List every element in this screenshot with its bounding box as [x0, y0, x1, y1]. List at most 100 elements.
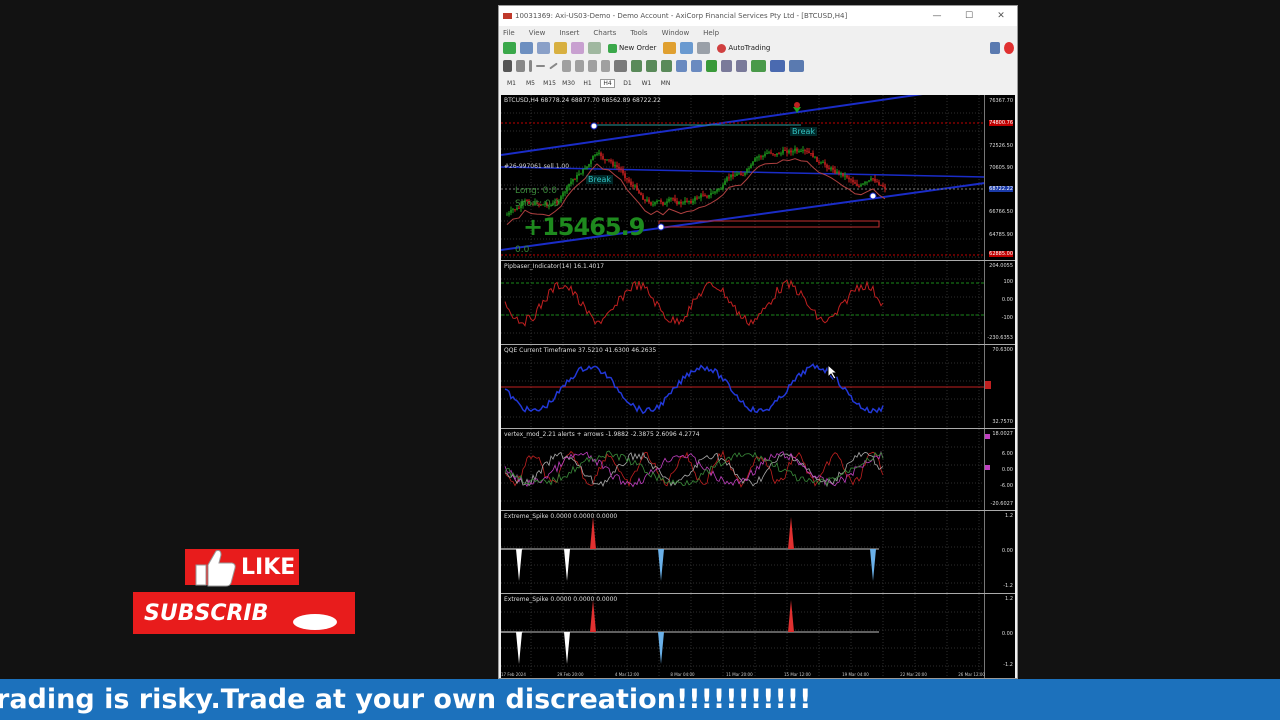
metaeditor-icon[interactable] [663, 42, 677, 54]
menu-tools[interactable]: Tools [630, 29, 647, 37]
candle-body [722, 184, 724, 189]
crosshair-tool-icon[interactable] [516, 60, 525, 72]
market-watch-icon[interactable] [537, 42, 550, 54]
navigator-icon[interactable] [571, 42, 584, 54]
spike-pane-2[interactable]: Extreme_Spike 0.0000 0.0000 0.0000 1.2 0… [501, 594, 1015, 678]
market-icon[interactable] [697, 42, 711, 54]
signal-dot [794, 102, 800, 108]
candle-body [756, 157, 758, 159]
bull-spike [788, 517, 794, 549]
chart-shift-icon[interactable] [721, 60, 732, 72]
menu-insert[interactable]: Insert [559, 29, 579, 37]
candle-body [738, 173, 740, 175]
horizontal-line-icon[interactable] [536, 65, 545, 67]
candle-body [858, 185, 860, 187]
menu-charts[interactable]: Charts [593, 29, 616, 37]
candle-body [876, 181, 878, 183]
qqe-pane[interactable]: QQE Current Timeframe 37.5210 41.6300 46… [501, 345, 1015, 429]
spike-pane-1[interactable]: Extreme_Spike 0.0000 0.0000 0.0000 1.2 0… [501, 511, 1015, 594]
candle-body [878, 181, 880, 185]
candle-body [562, 192, 564, 197]
candle-body [598, 152, 600, 154]
candle-body [754, 158, 756, 162]
fibonacci-icon[interactable] [575, 60, 584, 72]
candle-body [662, 201, 664, 205]
candlestick-icon[interactable] [646, 60, 657, 72]
candle-body [844, 175, 846, 177]
candle-body [628, 179, 630, 182]
bull-spike [590, 600, 596, 632]
tf-d1[interactable]: D1 [621, 80, 634, 87]
candle-body [874, 178, 876, 182]
zero-label: 0.0 [515, 245, 530, 255]
tf-m1[interactable]: M1 [505, 80, 518, 87]
pipbaser-pane[interactable]: Pipbaser_Indicator(14) 16.1.4017 204.005… [501, 261, 1015, 345]
menu-file[interactable]: File [503, 29, 515, 37]
candle-body [652, 204, 654, 206]
axis-tick: -230.6353 [987, 335, 1013, 341]
candle-body [814, 156, 816, 158]
price-pane[interactable]: BTCUSD,H4 68778.24 68877.70 68562.89 687… [501, 95, 1015, 261]
search-icon[interactable] [990, 42, 1000, 54]
chart-header: BTCUSD,H4 68778.24 68877.70 68562.89 687… [504, 97, 661, 104]
line-chart-icon[interactable] [661, 60, 672, 72]
indicators-icon[interactable] [751, 60, 766, 72]
notification-icon[interactable] [1004, 42, 1014, 54]
cursor-tool-icon[interactable] [503, 60, 512, 72]
close-button[interactable]: ✕ [985, 11, 1017, 21]
templates-icon[interactable] [789, 60, 804, 72]
candle-body [848, 177, 850, 180]
channel-icon[interactable] [562, 60, 571, 72]
candle-body [664, 203, 666, 205]
minimize-button[interactable]: — [921, 11, 953, 21]
vertical-line-icon[interactable] [529, 60, 532, 72]
terminal-icon[interactable] [588, 42, 601, 54]
menu-view[interactable]: View [529, 29, 546, 37]
candle-body [602, 156, 604, 160]
trendline-icon[interactable] [549, 62, 558, 70]
bar-chart-icon[interactable] [631, 60, 642, 72]
candle-body [612, 161, 614, 166]
menu-help[interactable]: Help [703, 29, 719, 37]
tf-mn[interactable]: MN [659, 80, 672, 87]
periods-icon[interactable] [770, 60, 785, 72]
candle-body [778, 153, 780, 155]
text-tool-icon[interactable] [588, 60, 597, 72]
tf-w1[interactable]: W1 [640, 80, 653, 87]
label-tool-icon[interactable] [601, 60, 610, 72]
signals-icon[interactable] [680, 42, 694, 54]
tf-m30[interactable]: M30 [562, 80, 575, 87]
candle-body [822, 162, 824, 164]
tf-h4[interactable]: H4 [600, 79, 615, 88]
candle-body [786, 150, 788, 153]
autotrading-button[interactable]: AutoTrading [714, 42, 773, 55]
tf-m15[interactable]: M15 [543, 80, 556, 87]
candle-body [574, 179, 576, 181]
menu-window[interactable]: Window [662, 29, 690, 37]
zoom-in-icon[interactable] [676, 60, 687, 72]
candle-body [884, 186, 886, 189]
candle-body [640, 193, 642, 196]
data-window-icon[interactable] [554, 42, 567, 54]
timeframe-bar: M1 M5 M15 M30 H1 H4 D1 W1 MN [499, 75, 1017, 92]
current-price-tick: 68722.22 [989, 186, 1013, 192]
autoscroll-icon[interactable] [736, 60, 747, 72]
chart-area[interactable]: BTCUSD,H4 68778.24 68877.70 68562.89 687… [501, 95, 1015, 678]
subscribe-button[interactable]: SUBSCRIB [133, 592, 355, 634]
disclaimer-ticker: rading is risky.Trade at your own discre… [0, 679, 1280, 720]
trade-line-label: #26-997061 sell 1.00 [504, 163, 570, 170]
candle-body [792, 151, 794, 153]
maximize-button[interactable]: ☐ [953, 11, 985, 21]
new-chart-icon[interactable] [503, 42, 516, 54]
candle-body [698, 197, 700, 199]
new-order-button[interactable]: New Order [605, 42, 659, 55]
vertex-pane[interactable]: vertex_mod_2.21 alerts + arrows -1.9882 … [501, 429, 1015, 511]
candle-body [830, 167, 832, 170]
tf-m5[interactable]: M5 [524, 80, 537, 87]
tf-h1[interactable]: H1 [581, 80, 594, 87]
spike-label-1: Extreme_Spike 0.0000 0.0000 0.0000 [504, 513, 618, 520]
shapes-menu-icon[interactable] [614, 60, 627, 72]
profiles-icon[interactable] [520, 42, 533, 54]
tile-windows-icon[interactable] [706, 60, 717, 72]
zoom-out-icon[interactable] [691, 60, 702, 72]
